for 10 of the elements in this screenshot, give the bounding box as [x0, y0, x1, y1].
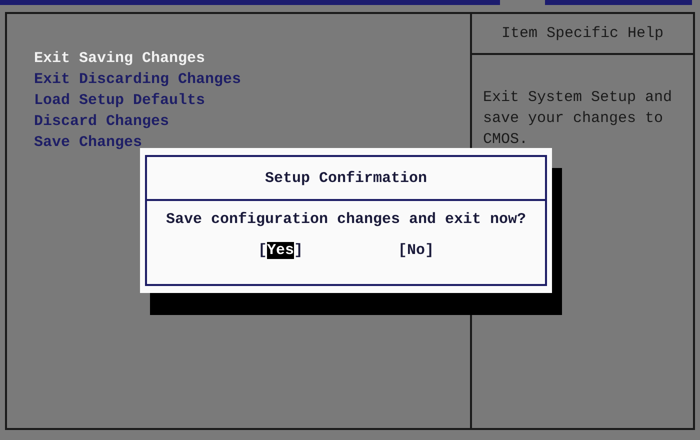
dialog-message: Save configuration changes and exit now?	[166, 211, 526, 228]
menu-item[interactable]: Discard Changes	[34, 111, 170, 132]
dialog-button[interactable]: [No]	[398, 242, 434, 259]
help-title: Item Specific Help	[472, 14, 693, 55]
menu-item[interactable]: Exit Discarding Changes	[34, 69, 242, 90]
help-text: Exit System Setup and save your changes to CMOS.	[483, 88, 674, 150]
dialog-title: Setup Confirmation	[147, 157, 545, 201]
menu-item[interactable]: Exit Saving Changes	[34, 48, 206, 69]
menu-item[interactable]: Load Setup Defaults	[34, 90, 206, 111]
menu-item[interactable]: Save Changes	[34, 132, 142, 153]
